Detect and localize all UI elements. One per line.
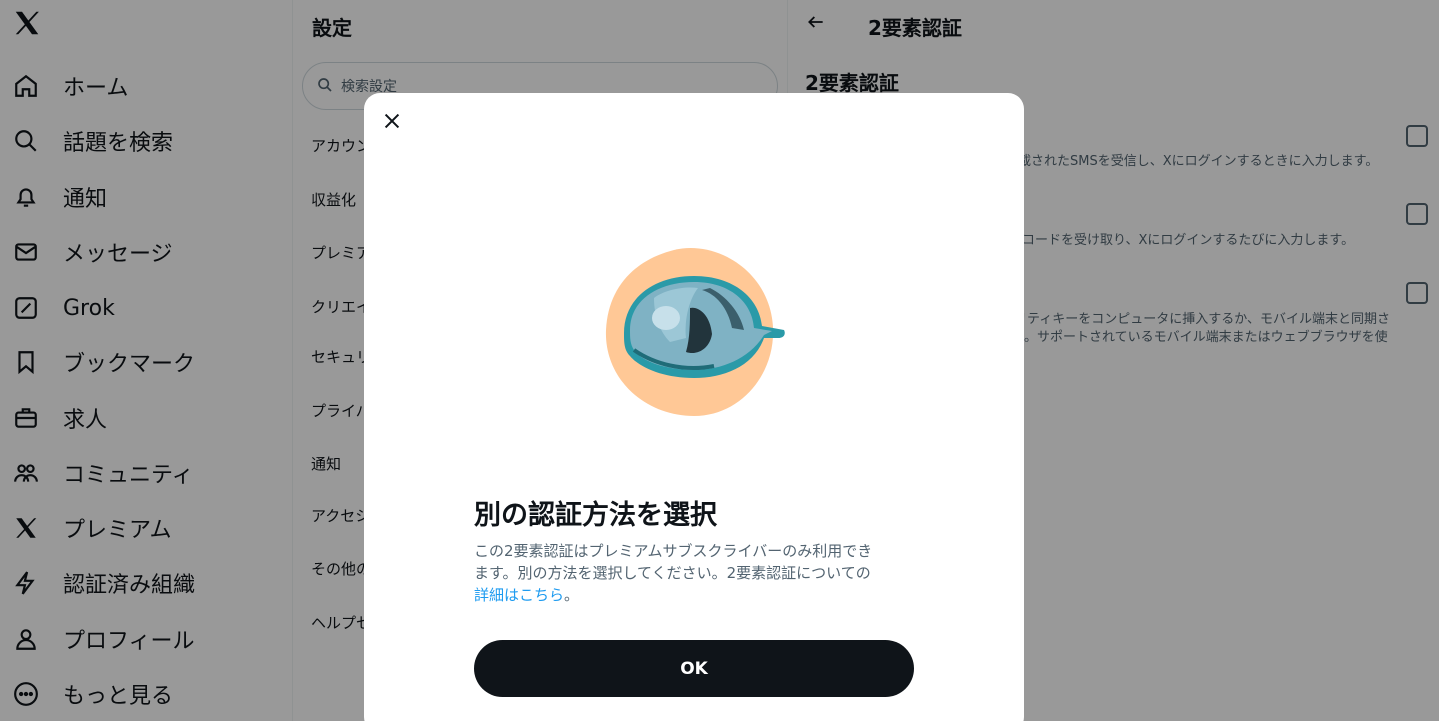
ok-button[interactable]: OK	[474, 640, 914, 697]
modal-dialog: 別の認証方法を選択 この2要素認証はプレミアムサブスクライバーのみ利用でき ます…	[364, 93, 1024, 721]
close-icon[interactable]	[381, 110, 405, 134]
modal-body-line-3: 詳細はこちら。	[474, 584, 919, 606]
modal-body-line-1: この2要素認証はプレミアムサブスクライバーのみ利用でき	[474, 542, 873, 560]
hard-hat-illustration	[594, 238, 794, 428]
modal-title: 別の認証方法を選択	[474, 500, 717, 531]
learn-more-link[interactable]: 詳細はこちら	[474, 586, 564, 604]
modal-body-line-2: ます。別の方法を選択してください。2要素認証についての	[474, 564, 871, 582]
modal-body-period: 。	[564, 586, 580, 604]
modal-body: この2要素認証はプレミアムサブスクライバーのみ利用でき ます。別の方法を選択して…	[474, 540, 919, 606]
